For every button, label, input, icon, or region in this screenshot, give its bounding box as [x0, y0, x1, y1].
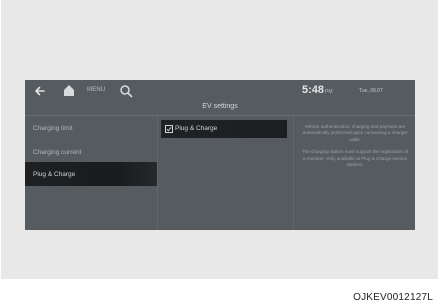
search-icon[interactable] — [119, 84, 133, 98]
description-text: Vehicle authentication, charging and pay… — [302, 124, 408, 142]
figure-code: OJKEV0012127L — [353, 292, 433, 303]
date: Tue, 09.07 — [359, 88, 383, 94]
figure-frame: MENU 5:48 PM Tue, 09.07 EV settings Char… — [1, 0, 438, 279]
plug-and-charge-option[interactable]: Plug & Charge — [161, 120, 287, 138]
column-divider-left — [157, 116, 158, 230]
plug-and-charge-option-label: Plug & Charge — [175, 125, 218, 132]
menu-label[interactable]: MENU — [87, 87, 105, 93]
status-bar: MENU 5:48 PM Tue, 09.07 — [25, 80, 415, 102]
back-arrow-icon[interactable] — [33, 84, 47, 98]
header-divider — [25, 115, 415, 116]
clock-ampm: PM — [325, 89, 333, 95]
description-panel: Vehicle authentication, charging and pay… — [301, 124, 409, 174]
clock: 5:48 — [302, 84, 325, 96]
column-divider-right — [293, 116, 294, 230]
home-icon[interactable] — [63, 84, 75, 97]
menu-item-plug-and-charge[interactable]: Plug & Charge — [25, 162, 157, 186]
page-title: EV settings — [202, 103, 238, 110]
menu-item-charging-current[interactable]: Charging current — [33, 149, 81, 156]
description-text: The charging station must support the re… — [301, 149, 409, 168]
checkbox-icon[interactable] — [165, 125, 173, 133]
menu-item-charging-limit[interactable]: Charging limit — [33, 125, 73, 132]
infotainment-screen: MENU 5:48 PM Tue, 09.07 EV settings Char… — [25, 80, 415, 230]
